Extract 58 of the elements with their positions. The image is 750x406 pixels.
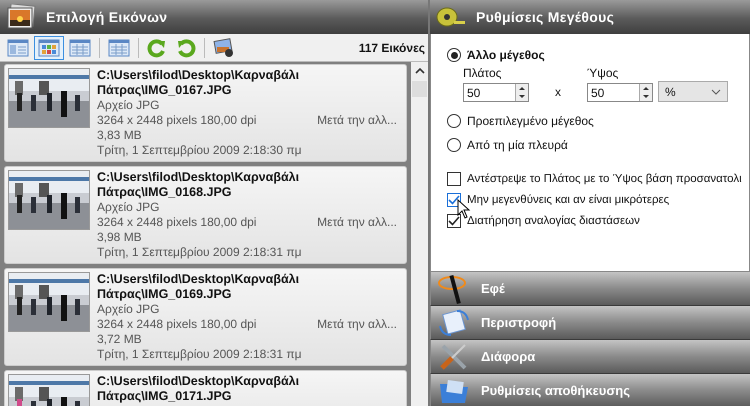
- image-card[interactable]: C:\Users\filod\Desktop\Καρναβάλι Πάτρας\IMG_0169.JPG Αρχείο JPG 3264 x 2448 pixels 180,00 dpi Μετά την αλλ... 3,72 MB Τρίτη, 1 Σεπτεμβρίου 2009 2:18:31 πμ: [4, 268, 407, 366]
- times-sign: x: [554, 84, 562, 101]
- image-count: 117 Εικόνες: [358, 40, 425, 54]
- radio-button[interactable]: [447, 138, 461, 152]
- status-text: Μετά την αλλ...: [317, 215, 397, 230]
- image-card[interactable]: C:\Users\filod\Desktop\Καρναβάλι Πάτρας\IMG_0171.JPG: [4, 370, 407, 406]
- status-text: Μετά την αλλ...: [317, 113, 397, 128]
- width-field[interactable]: 50: [463, 83, 529, 102]
- section-header[interactable]: Διάφορα: [430, 340, 750, 374]
- chevron-down-icon: [711, 88, 721, 94]
- section-header[interactable]: Περιστροφή: [430, 306, 750, 340]
- image-dimensions: 3264 x 2448 pixels 180,00 dpi: [97, 113, 256, 128]
- view-thumbs-button[interactable]: [34, 36, 64, 60]
- height-label: Ύψος: [587, 66, 620, 80]
- file-type: Αρχείο JPG: [97, 200, 160, 215]
- file-type: Αρχείο JPG: [97, 302, 160, 317]
- scroll-thumb[interactable]: [412, 81, 427, 97]
- status-text: Μετά την αλλ...: [317, 317, 397, 332]
- file-size: 3,83 MB: [97, 128, 143, 143]
- file-type: Αρχείο JPG: [97, 98, 160, 113]
- checkbox[interactable]: [447, 172, 461, 186]
- file-size: 3,98 MB: [97, 230, 143, 245]
- rotate-page-icon: [437, 308, 471, 338]
- file-path: C:\Users\filod\Desktop\Καρναβάλι Πάτρας\IMG_0171.JPG: [97, 374, 300, 404]
- image-card[interactable]: C:\Users\filod\Desktop\Καρναβάλι Πάτρας\IMG_0167.JPG Αρχείο JPG 3264 x 2448 pixels 180,00 dpi Μετά την αλλ... 3,83 MB Τρίτη, 1 Σεπτεμβρίου 2009 2:18:30 πμ: [4, 64, 407, 162]
- photos-icon: [6, 4, 36, 30]
- radio-button[interactable]: [447, 48, 461, 62]
- file-date: Τρίτη, 1 Σεπτεμβρίου 2009 2:18:30 πμ: [97, 143, 303, 158]
- scroll-up-icon[interactable]: [414, 67, 424, 75]
- image-card[interactable]: C:\Users\filod\Desktop\Καρναβάλι Πάτρας\IMG_0168.JPG Αρχείο JPG 3264 x 2448 pixels 180,00 dpi Μετά την αλλ... 3,98 MB Τρίτη, 1 Σεπτεμβρίου 2009 2:18:31 πμ: [4, 166, 407, 264]
- section-header[interactable]: Εφέ: [430, 272, 750, 306]
- height-field[interactable]: 50: [587, 83, 653, 102]
- file-path: C:\Users\filod\Desktop\Καρναβάλι Πάτρας\IMG_0169.JPG: [97, 272, 300, 302]
- option-checkbox[interactable]: Αντέστρεψε το Πλάτος με το Ύψος βάση προσανατολι: [447, 170, 749, 188]
- checkbox[interactable]: [447, 193, 461, 207]
- checkbox[interactable]: [447, 214, 461, 228]
- spinner-arrows-icon[interactable]: [515, 84, 528, 101]
- scrollbar[interactable]: [411, 62, 428, 406]
- file-date: Τρίτη, 1 Σεπτεμβρίου 2009 2:18:31 πμ: [97, 245, 303, 260]
- file-size: 3,72 MB: [97, 332, 143, 347]
- width-label: Πλάτος: [463, 66, 502, 80]
- panel-title: Επιλογή Εικόνων: [46, 9, 168, 25]
- unit-dropdown[interactable]: %: [658, 81, 728, 102]
- file-path: C:\Users\filod\Desktop\Καρναβάλι Πάτρας\IMG_0168.JPG: [97, 170, 300, 200]
- spinner-arrows-icon[interactable]: [639, 84, 652, 101]
- tape-measure-icon: [436, 6, 466, 28]
- size-mode-option[interactable]: Προεπιλεγμένο μέγεθος: [447, 110, 749, 132]
- file-path: C:\Users\filod\Desktop\Καρναβάλι Πάτρας\IMG_0167.JPG: [97, 68, 300, 98]
- image-dimensions: 3264 x 2448 pixels 180,00 dpi: [97, 215, 256, 230]
- section-header[interactable]: Ρυθμίσεις αποθήκευσης: [430, 374, 750, 406]
- file-date: Τρίτη, 1 Σεπτεμβρίου 2009 2:18:31 πμ: [97, 347, 303, 362]
- radio-button[interactable]: [447, 114, 461, 128]
- panel-title: Ρυθμίσεις Μεγέθους: [476, 9, 614, 25]
- image-dimensions: 3264 x 2448 pixels 180,00 dpi: [97, 317, 256, 332]
- folder-icon: [437, 378, 471, 404]
- size-mode-option[interactable]: Από τη μία πλευρά: [447, 134, 749, 156]
- size-mode-option[interactable]: Άλλο μέγεθος: [447, 44, 749, 66]
- option-checkbox[interactable]: Διατήρηση αναλογίας διαστάσεων: [447, 212, 749, 230]
